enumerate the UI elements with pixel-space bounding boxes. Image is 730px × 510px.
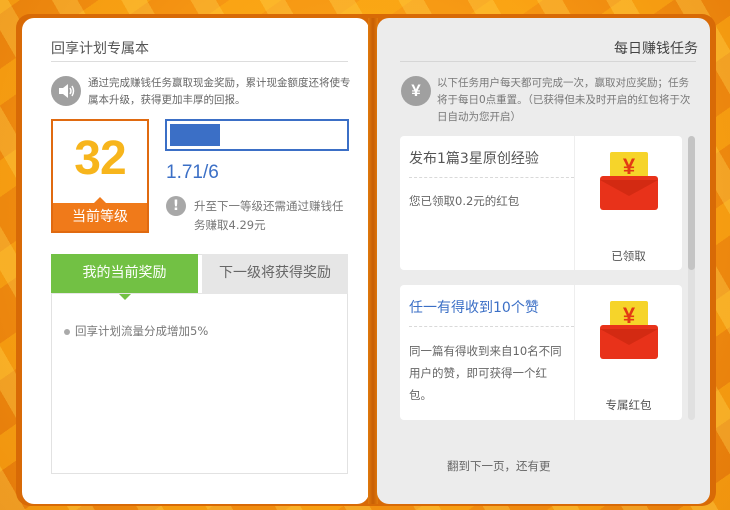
task-card[interactable]: 发布1篇3星原创经验 您已领取0.2元的红包 ¥ 已领取: [400, 136, 682, 270]
task-status: 专属红包: [605, 398, 652, 412]
right-title-divider: [400, 61, 696, 62]
red-envelope-icon: ¥: [600, 301, 658, 359]
next-page-link[interactable]: 翻到下一页，还有更: [447, 458, 551, 474]
right-page-title: 每日赚钱任务: [614, 41, 698, 57]
reward-list-item: 回享计划流量分成增加5%: [64, 323, 208, 339]
task-description: 您已领取0.2元的红包: [409, 194, 520, 208]
task-text-area: 任一有得收到10个赞 同一篇有得收到来自10名不同用户的赞，即可获得一个红包。: [400, 285, 574, 420]
reward-text: 回享计划流量分成增加5%: [75, 324, 209, 338]
info-icon: !: [166, 196, 186, 216]
task-divider: [409, 326, 574, 327]
task-status: 已领取: [611, 249, 646, 263]
left-page-title: 回享计划专属本: [51, 41, 149, 57]
left-title-divider: [51, 61, 348, 62]
task-title: 任一有得收到10个赞: [409, 300, 539, 316]
speaker-icon: [51, 76, 81, 106]
level-progress-bar: [165, 119, 349, 151]
red-envelope-icon: ¥: [600, 152, 658, 210]
level-progress-text: 1.71/6: [166, 162, 219, 183]
yen-icon: ¥: [401, 76, 431, 106]
left-intro-text: 通过完成赚钱任务赢取现金奖励，累计现金额度还将使专属本升级，获得更加丰厚的回报。: [88, 77, 351, 106]
level-label: 当前等级: [53, 197, 147, 231]
task-card[interactable]: 任一有得收到10个赞 同一篇有得收到来自10名不同用户的赞，即可获得一个红包。 …: [400, 285, 682, 420]
task-text-area: 发布1篇3星原创经验 您已领取0.2元的红包: [400, 136, 574, 270]
tab-current-reward[interactable]: 我的当前奖励: [51, 254, 198, 300]
right-intro-text: 以下任务用户每天都可完成一次，赢取对应奖励；任务将于每日0点重置。（已获得但未及…: [437, 77, 691, 123]
level-progress-fill: [170, 124, 220, 146]
tab-divider: [51, 293, 348, 294]
task-divider: [409, 177, 574, 178]
bullet-icon: [64, 328, 70, 335]
tab-next-level-reward[interactable]: 下一级将获得奖励: [202, 254, 348, 293]
level-badge: 32 当前等级: [51, 119, 149, 233]
task-description: 同一篇有得收到来自10名不同用户的赞，即可获得一个红包。: [409, 344, 562, 402]
task-title: 发布1篇3星原创经验: [409, 151, 539, 167]
scrollbar-thumb[interactable]: [688, 136, 695, 270]
level-number: 32: [74, 132, 126, 185]
upgrade-hint: 升至下一等级还需通过赚钱任务赚取4.29元: [194, 199, 344, 232]
